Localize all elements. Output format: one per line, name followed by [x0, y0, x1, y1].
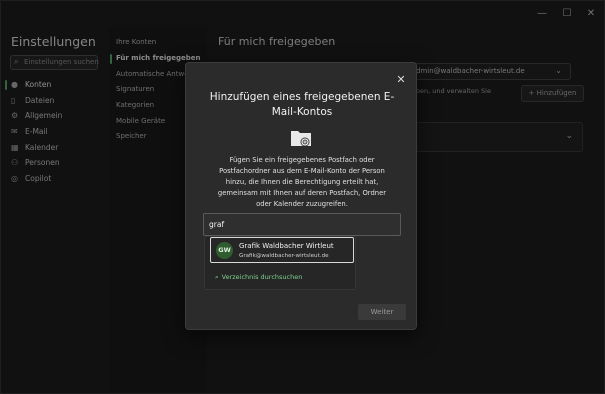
mailbox-search-input[interactable]: graf [203, 213, 401, 236]
directory-search-label: Verzeichnis durchsuchen [221, 273, 303, 281]
shared-folder-icon [291, 131, 311, 147]
dialog-title: Hinzufügen eines freigegebenen E-Mail-Ko… [209, 91, 395, 118]
search-icon: ⌕ [215, 273, 219, 281]
add-shared-mailbox-dialog: ✕ Hinzufügen eines freigegebenen E-Mail-… [185, 62, 417, 330]
directory-search-link[interactable]: ⌕ Verzeichnis durchsuchen [215, 273, 302, 282]
suggestion-email: Grafik@waldbacher-wirtsleut.de [239, 253, 329, 259]
next-button[interactable]: Weiter [358, 304, 406, 320]
suggestion-list: GW Grafik Waldbacher Wirtleut Grafik@wal… [204, 236, 356, 290]
avatar: GW [216, 242, 233, 259]
close-icon[interactable]: ✕ [394, 73, 408, 87]
dialog-description: Fügen Sie ein freigegebenes Postfach ode… [217, 156, 387, 208]
suggestion-name: Grafik Waldbacher Wirtleut [239, 242, 334, 250]
suggestion-item[interactable]: GW Grafik Waldbacher Wirtleut Grafik@wal… [210, 237, 354, 263]
search-input-value: graf [209, 220, 225, 229]
